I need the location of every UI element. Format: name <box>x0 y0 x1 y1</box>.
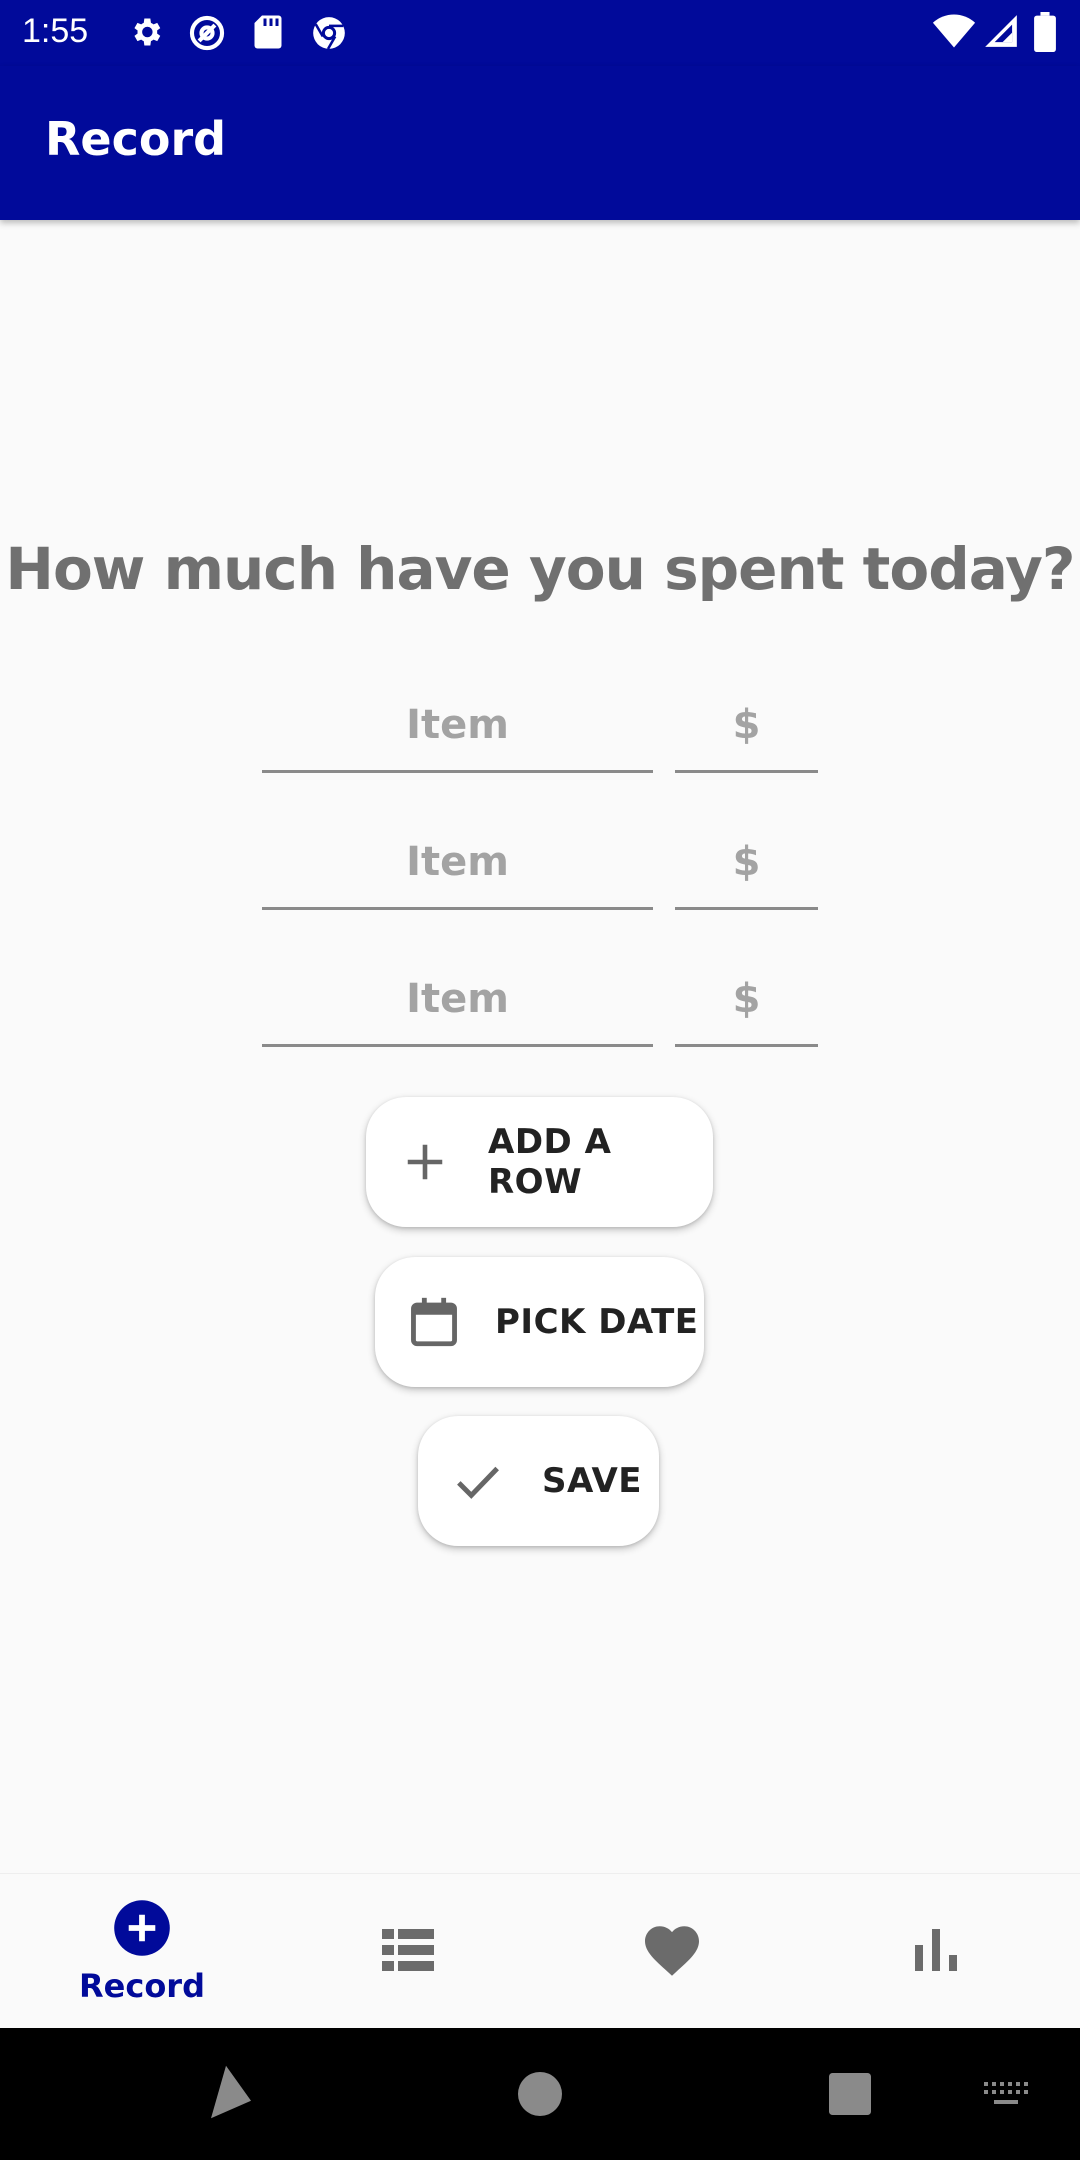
recents-icon[interactable] <box>829 2073 871 2119</box>
add-circle-icon <box>113 1899 171 1961</box>
status-bar: 1:55 <box>0 0 1080 66</box>
pick-date-label: PICK DATE <box>495 1302 699 1342</box>
settings-icon <box>128 14 164 54</box>
amount-input-row-3[interactable]: $ <box>675 954 818 1047</box>
battery-icon <box>1034 12 1056 56</box>
chrome-icon <box>310 14 348 56</box>
amount-placeholder: $ <box>732 976 761 1022</box>
item-input-row-2[interactable]: Item <box>262 817 653 910</box>
heart-icon <box>642 1923 702 1981</box>
save-label: SAVE <box>542 1461 643 1501</box>
sd-card-icon <box>252 14 284 54</box>
keyboard-icon[interactable] <box>984 2082 1028 2112</box>
amount-placeholder: $ <box>732 839 761 885</box>
nav-label-record: Record <box>79 1966 205 2005</box>
at-sign-icon <box>188 14 226 56</box>
nav-item-record[interactable]: Record <box>7 1874 277 2029</box>
list-icon <box>382 1928 434 1975</box>
bar-chart-icon <box>915 1928 957 1975</box>
plus-icon <box>402 1139 448 1185</box>
back-icon[interactable] <box>206 2064 256 2124</box>
add-row-button[interactable]: ADD A ROW <box>366 1097 713 1227</box>
check-icon <box>452 1458 504 1504</box>
system-nav-bar <box>0 2028 1080 2160</box>
item-placeholder: Item <box>406 702 509 748</box>
page-heading: How much have you spent today? <box>5 535 1075 603</box>
pick-date-button[interactable]: PICK DATE <box>375 1257 704 1387</box>
nav-item-favorites[interactable] <box>537 1874 807 2029</box>
signal-icon <box>982 12 1020 54</box>
nav-item-list[interactable] <box>273 1874 543 2029</box>
add-row-label: ADD A ROW <box>488 1122 612 1202</box>
status-time: 1:55 <box>22 12 89 50</box>
item-input-row-1[interactable]: Item <box>262 680 653 773</box>
nav-item-stats[interactable] <box>801 1874 1071 2029</box>
item-placeholder: Item <box>406 976 509 1022</box>
save-button[interactable]: SAVE <box>418 1416 659 1546</box>
app-bar-title: Record <box>45 112 227 166</box>
wifi-icon <box>932 12 976 54</box>
amount-input-row-1[interactable]: $ <box>675 680 818 773</box>
home-icon[interactable] <box>518 2072 562 2120</box>
amount-input-row-2[interactable]: $ <box>675 817 818 910</box>
calendar-icon <box>405 1292 463 1352</box>
app-bar: Record <box>0 66 1080 220</box>
amount-placeholder: $ <box>732 702 761 748</box>
item-placeholder: Item <box>406 839 509 885</box>
bottom-nav: Record <box>0 1873 1080 2029</box>
item-input-row-3[interactable]: Item <box>262 954 653 1047</box>
